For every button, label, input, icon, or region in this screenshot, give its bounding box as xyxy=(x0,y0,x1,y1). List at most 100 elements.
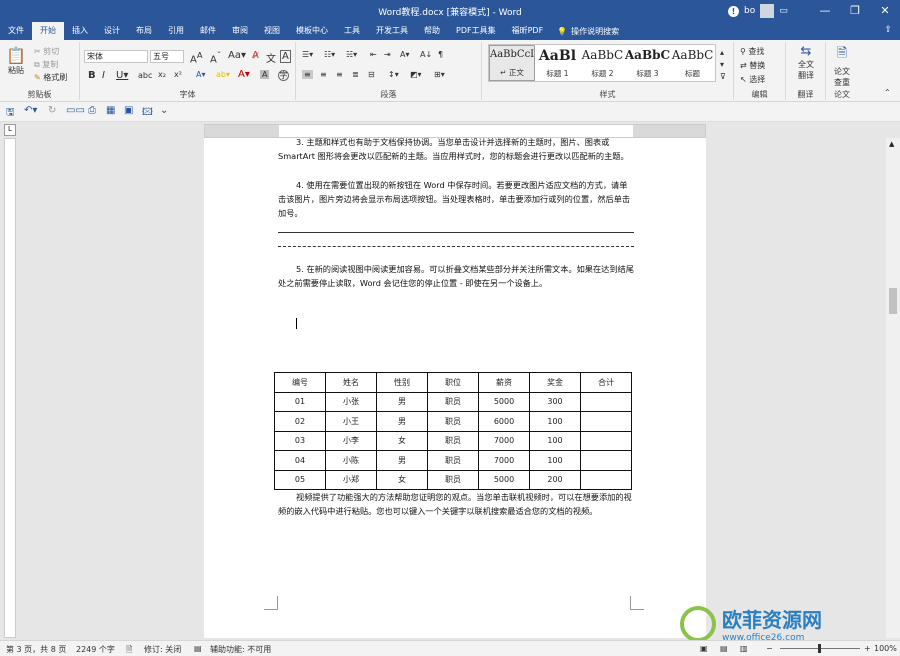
clear-format-icon[interactable]: A̷ xyxy=(252,50,259,61)
chinese-layout-icon[interactable]: A▾ xyxy=(400,50,410,59)
collapse-ribbon-icon[interactable]: ⌃ xyxy=(884,88,891,97)
table-header-cell[interactable]: 姓名 xyxy=(325,372,377,393)
tab-design[interactable]: 设计 xyxy=(96,22,128,40)
redo-icon[interactable]: ↻ xyxy=(48,105,56,116)
scroll-up-icon[interactable]: ▲ xyxy=(889,140,894,148)
page-count[interactable]: 第 3 页，共 8 页 xyxy=(6,644,66,655)
word-count[interactable]: 2249 个字 xyxy=(76,644,115,655)
save-icon[interactable]: 🖫 xyxy=(6,105,15,122)
table-cell[interactable] xyxy=(580,469,632,490)
print-layout-icon[interactable]: ▤ xyxy=(720,644,728,653)
tell-me-search[interactable]: 💡 操作说明搜索 xyxy=(557,26,619,37)
vertical-ruler[interactable] xyxy=(4,138,16,638)
increase-indent-icon[interactable]: ⇥ xyxy=(384,50,391,59)
tab-references[interactable]: 引用 xyxy=(160,22,192,40)
user-area[interactable]: ! bo ▭ xyxy=(728,4,788,18)
image-icon[interactable]: 🖾 xyxy=(142,105,153,122)
tab-template-center[interactable]: 模板中心 xyxy=(288,22,336,40)
tab-pdf-tools[interactable]: PDF工具集 xyxy=(448,22,504,40)
minimize-button[interactable]: — xyxy=(810,0,840,22)
document-page[interactable]: 3. 主题和样式也有助于文档保持协调。当您单击设计并选择新的主题时，图片、图表或… xyxy=(204,135,706,638)
scroll-thumb[interactable] xyxy=(889,288,897,314)
print-preview-icon[interactable]: ▭▭ xyxy=(66,105,85,116)
table-cell[interactable]: 小张 xyxy=(325,391,377,412)
tab-selector-icon[interactable]: L xyxy=(4,124,16,136)
table-cell[interactable]: 职员 xyxy=(427,391,479,412)
table-cell[interactable] xyxy=(580,450,632,471)
salary-table[interactable]: 编号 姓名 性别 职位 薪资 奖金 合计 01 小张 男 职员 5000 300… xyxy=(274,372,632,490)
paragraph-3[interactable]: 3. 主题和样式也有助于文档保持协调。当您单击设计并选择新的主题时，图片、图表或… xyxy=(278,135,634,163)
table-cell[interactable]: 05 xyxy=(274,469,326,490)
document-icon[interactable]: 🗎 xyxy=(126,644,132,656)
accessibility-status[interactable]: 辅助功能: 不可用 xyxy=(210,644,271,655)
table-cell[interactable]: 男 xyxy=(376,411,428,432)
font-name-combo[interactable]: 宋体 xyxy=(84,50,148,63)
shading-icon[interactable]: ◩▾ xyxy=(410,70,422,79)
table-cell[interactable]: 职员 xyxy=(427,450,479,471)
font-size-combo[interactable]: 五号 xyxy=(150,50,184,63)
align-right-icon[interactable]: ≡ xyxy=(336,70,343,79)
tab-mailings[interactable]: 邮件 xyxy=(192,22,224,40)
table-cell[interactable]: 女 xyxy=(376,430,428,451)
table-cell[interactable]: 7000 xyxy=(478,450,530,471)
table-cell[interactable]: 200 xyxy=(529,469,581,490)
table-cell[interactable]: 女 xyxy=(376,469,428,490)
zoom-level[interactable]: 100% xyxy=(874,644,897,653)
customize-qat-icon[interactable]: ⌄ xyxy=(160,105,168,116)
table-cell[interactable] xyxy=(580,411,632,432)
find-button[interactable]: ⚲ 查找 xyxy=(740,46,764,57)
table-cell[interactable]: 5000 xyxy=(478,469,530,490)
shrink-font-button[interactable]: Aˇ xyxy=(210,50,221,65)
restore-button[interactable]: ❐ xyxy=(840,0,870,22)
paragraph-5[interactable]: 5. 在新的阅读视图中阅读更加容易。可以折叠文档某些部分并关注所需文本。如果在达… xyxy=(278,262,634,290)
ribbon-display-icon[interactable]: ▭ xyxy=(779,6,788,16)
show-marks-icon[interactable]: ¶ xyxy=(438,50,443,59)
text-effects-icon[interactable]: A▾ xyxy=(196,70,206,79)
print-icon[interactable]: ⎙ xyxy=(88,105,96,116)
read-mode-icon[interactable]: ▣ xyxy=(700,644,708,653)
table-cell[interactable]: 小李 xyxy=(325,430,377,451)
web-layout-icon[interactable]: ▥ xyxy=(740,644,748,653)
user-name[interactable]: bo xyxy=(744,6,755,16)
styles-scroll-up-icon[interactable]: ▴ xyxy=(720,48,724,57)
tab-layout[interactable]: 布局 xyxy=(128,22,160,40)
table-cell[interactable]: 职员 xyxy=(427,430,479,451)
tab-view[interactable]: 视图 xyxy=(256,22,288,40)
tab-home[interactable]: 开始 xyxy=(32,22,64,40)
table-cell[interactable]: 小郑 xyxy=(325,469,377,490)
tab-help[interactable]: 帮助 xyxy=(416,22,448,40)
avatar[interactable] xyxy=(760,4,775,18)
grow-font-button[interactable]: AA xyxy=(190,50,203,65)
change-case-button[interactable]: Aa▾ xyxy=(228,50,246,61)
warning-icon[interactable]: ! xyxy=(728,5,739,17)
align-center-icon[interactable]: ≡ xyxy=(320,70,327,79)
share-icon[interactable]: ⇪ xyxy=(884,25,892,35)
table-header-cell[interactable]: 奖金 xyxy=(529,372,581,393)
borders-icon[interactable]: ⊞▾ xyxy=(434,70,445,79)
table-cell[interactable]: 04 xyxy=(274,450,326,471)
select-button[interactable]: ↖ 选择 xyxy=(740,74,765,85)
table-cell[interactable]: 小陈 xyxy=(325,450,377,471)
subscript-button[interactable]: x₂ xyxy=(158,70,166,79)
line-spacing-icon[interactable]: ↕▾ xyxy=(388,70,399,79)
track-changes-status[interactable]: 修订: 关闭 xyxy=(144,644,181,655)
vertical-scrollbar[interactable]: ▲ xyxy=(886,138,900,638)
table-cell[interactable]: 6000 xyxy=(478,411,530,432)
bullets-icon[interactable]: ☰▾ xyxy=(302,50,313,59)
paragraph-video[interactable]: 视频提供了功能强大的方法帮助您证明您的观点。当您单击联机视频时，可以在想要添加的… xyxy=(278,490,634,518)
distributed-icon[interactable]: ⊟ xyxy=(368,70,375,79)
tab-tools[interactable]: 工具 xyxy=(336,22,368,40)
bold-button[interactable]: B xyxy=(88,70,96,81)
table-header-cell[interactable]: 职位 xyxy=(427,372,479,393)
paper-check-button[interactable]: 🗎 论文 查重 xyxy=(828,44,856,88)
decrease-indent-icon[interactable]: ⇤ xyxy=(370,50,377,59)
table-cell[interactable] xyxy=(580,430,632,451)
table-cell[interactable]: 100 xyxy=(529,411,581,432)
table-cell[interactable]: 100 xyxy=(529,450,581,471)
paragraph-4[interactable]: 4. 使用在需要位置出现的新按钮在 Word 中保存时间。若要更改图片适应文档的… xyxy=(278,178,634,220)
phonetic-guide-icon[interactable]: 文 xyxy=(266,50,276,65)
table-cell[interactable]: 男 xyxy=(376,391,428,412)
table-cell[interactable]: 职员 xyxy=(427,411,479,432)
table-header-cell[interactable]: 薪资 xyxy=(478,372,530,393)
char-shading-icon[interactable]: A xyxy=(260,70,270,79)
